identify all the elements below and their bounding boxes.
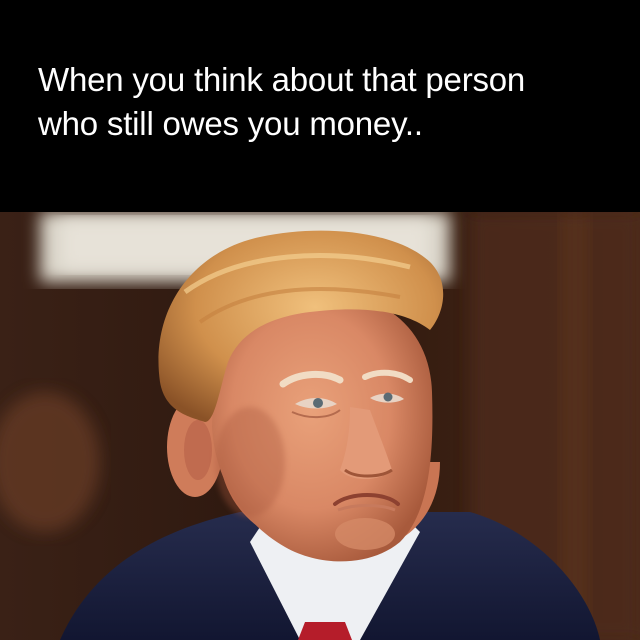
meme-image: When you think about that person who sti… (0, 0, 640, 640)
portrait-illustration (0, 212, 640, 640)
portrait-photo (0, 212, 640, 640)
caption-band: When you think about that person who sti… (0, 0, 640, 212)
chin (335, 518, 395, 550)
tie (298, 622, 352, 640)
caption-line-1: When you think about that person (38, 61, 526, 98)
caption-line-2: who still owes you money.. (38, 105, 423, 142)
caption-text: When you think about that person who sti… (38, 58, 628, 146)
